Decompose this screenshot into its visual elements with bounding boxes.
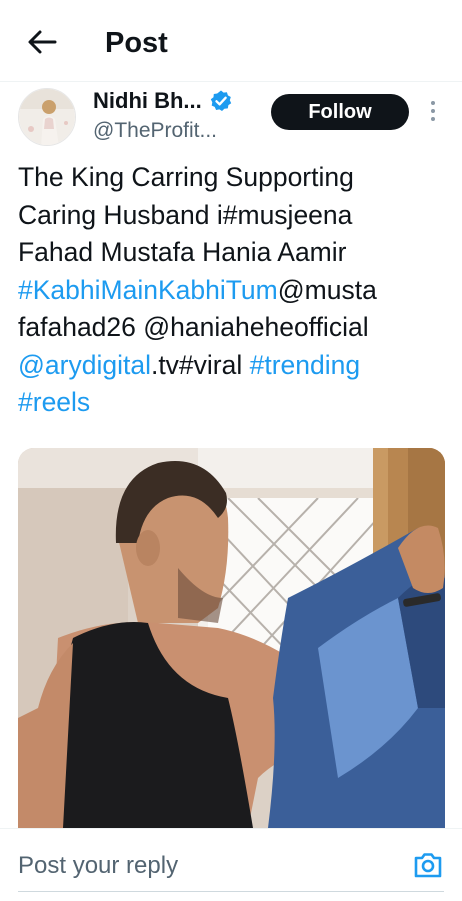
more-vertical-icon[interactable] xyxy=(424,96,442,126)
author-display-name[interactable]: Nidhi Bh... xyxy=(93,88,202,114)
hashtag-link[interactable]: #KabhiMainKabhiTum xyxy=(18,275,278,305)
post-text-line: Fahad Mustafa Hania Aamir xyxy=(18,234,448,272)
post-text-line: #reels xyxy=(18,384,448,422)
post-video-thumbnail[interactable] xyxy=(18,448,445,828)
top-bar: Post xyxy=(0,0,462,82)
avatar[interactable] xyxy=(18,88,76,146)
reply-bar: Post your reply xyxy=(0,828,462,901)
post-text-segment: Caring Husband i#musjeena xyxy=(18,199,353,230)
post-text-segment: Fahad Mustafa Hania Aamir xyxy=(18,237,347,267)
reply-input[interactable]: Post your reply xyxy=(18,849,378,883)
post-text-segment: .tv#viral xyxy=(150,349,250,380)
follow-button[interactable]: Follow xyxy=(271,94,409,130)
author-names[interactable]: Nidhi Bh... @TheProfit... xyxy=(93,86,263,146)
post-text-line: #KabhiMainKabhiTum@musta xyxy=(18,272,448,310)
back-button[interactable] xyxy=(22,24,62,60)
camera-icon[interactable] xyxy=(412,849,444,881)
arrow-left-icon xyxy=(28,30,57,54)
hashtag-link[interactable]: #trending xyxy=(250,350,361,380)
author-handle[interactable]: @TheProfit... xyxy=(93,116,263,146)
post-text-line: fafahad26 @haniaheheofficial xyxy=(18,309,448,347)
post-text-segment: fafahad26 @haniaheheofficial xyxy=(18,312,369,342)
verified-badge-icon xyxy=(209,89,233,113)
post-text-segment: @musta xyxy=(277,274,377,305)
post-text-line: The King Carring Supporting xyxy=(18,159,448,197)
mention-link[interactable]: @arydigital xyxy=(18,350,151,380)
reply-divider xyxy=(18,891,444,892)
page-title: Post xyxy=(105,27,168,59)
post-text: The King Carring Supporting Caring Husban… xyxy=(18,159,448,422)
hashtag-link[interactable]: #reels xyxy=(18,387,90,417)
post-text-line: Caring Husband i#musjeena xyxy=(18,197,448,235)
post-author-row: Nidhi Bh... @TheProfit... Follow xyxy=(0,84,462,150)
post-text-line: @arydigital.tv#viral #trending xyxy=(18,347,448,385)
post-text-segment: The King Carring Supporting xyxy=(18,162,354,192)
